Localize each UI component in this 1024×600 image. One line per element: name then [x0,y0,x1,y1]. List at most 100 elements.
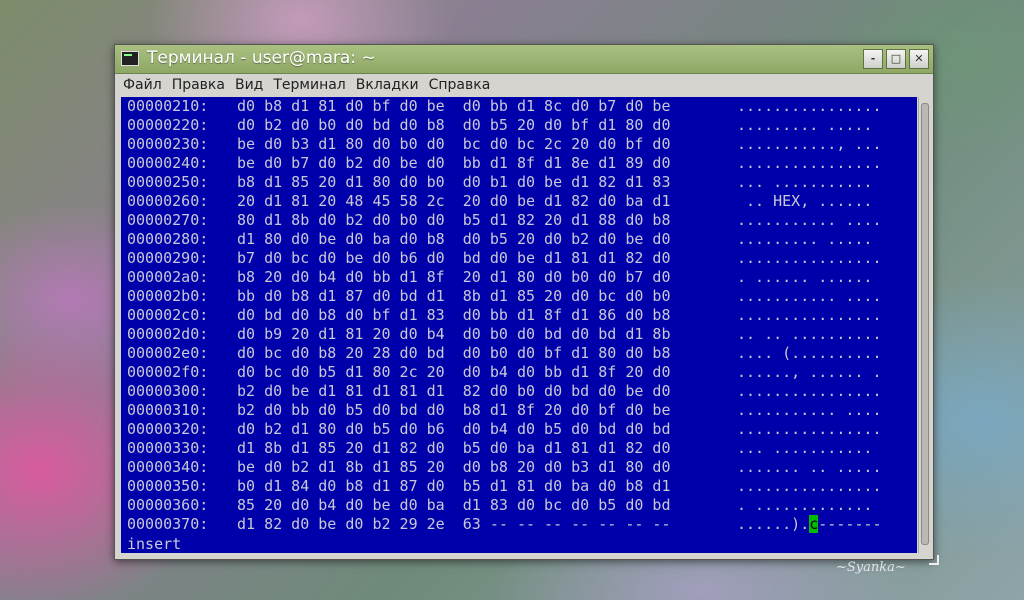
menu-tabs[interactable]: Вкладки [351,74,424,96]
hexdump-offset: 00000340: [127,458,209,476]
close-button[interactable]: ✕ [909,49,929,69]
hexdump-offset: 000002a0: [127,268,209,286]
hexdump-ascii: ................ [737,154,882,173]
hexdump-bytes: b2 d0 bb d0 b5 d0 bd d0 b8 d1 8f 20 d0 b… [237,401,671,419]
window-title: Терминал - user@mara: ~ [147,48,376,68]
hexdump-ascii-text: ........... .... [737,211,882,229]
hexdump-offset: 00000370: [127,515,209,533]
hexdump-ascii-text: ................ [737,420,882,438]
hexdump-ascii: ..........., ... [737,135,882,154]
hexdump-offset: 000002b0: [127,287,209,305]
hexdump-offset: 00000260: [127,192,209,210]
hexdump-bytes: be d0 b2 d1 8b d1 85 20 d0 b8 20 d0 b3 d… [237,458,671,476]
hexdump-ascii: ................ [737,420,882,439]
hexdump-ascii: ........... .... [737,211,882,230]
hexdump-offset: 00000240: [127,154,209,172]
hexdump-bytes: d0 bd d0 b8 d0 bf d1 83 d0 bb d1 8f d1 8… [237,306,671,324]
hexdump-bytes: bb d0 b8 d1 87 d0 bd d1 8b d1 85 20 d0 b… [237,287,671,305]
hexdump-bytes: 80 d1 8b d0 b2 d0 b0 d0 b5 d1 82 20 d1 8… [237,211,671,229]
hexdump-offset: 000002d0: [127,325,209,343]
hexdump-offset: 00000210: [127,97,209,115]
hexdump-offset: 00000250: [127,173,209,191]
hexdump-offset: 00000230: [127,135,209,153]
menu-bar: Файл Правка Вид Терминал Вкладки Справка [115,74,933,96]
terminal-icon [121,51,139,66]
menu-file[interactable]: Файл [115,74,167,96]
hexdump-ascii: ................ [737,306,882,325]
scrollbar-thumb[interactable] [921,103,929,545]
hexdump-offset: 00000350: [127,477,209,495]
hexdump-bytes: b0 d1 84 d0 b8 d1 87 d0 b5 d1 81 d0 ba d… [237,477,671,495]
hexdump-offset: 00000270: [127,211,209,229]
hexdump-ascii: ......, ...... . [737,363,882,382]
hexdump-ascii-text: ... ........... [737,439,873,457]
hexdump-bytes: 85 20 d0 b4 d0 be d0 ba d1 83 d0 bc d0 b… [237,496,671,514]
maximize-button[interactable]: □ [886,49,906,69]
hexdump-ascii-text: ................ [737,306,882,324]
hexdump-ascii: . ...... ...... [737,268,872,287]
resize-grip[interactable] [929,555,939,565]
menu-help[interactable]: Справка [424,74,496,96]
hexdump-bytes: d1 82 d0 be d0 b2 29 2e 63 -- -- -- -- -… [237,515,671,533]
hexdump-ascii-text: . ............. [737,496,873,514]
hexdump-offset: 000002c0: [127,306,209,324]
hexdump-offset: 000002f0: [127,363,209,381]
hexdump-ascii-text: ... ........... [737,173,873,191]
hexdump-offset: 00000360: [127,496,209,514]
scrollbar[interactable] [918,97,931,553]
hexdump-bytes: d1 80 d0 be d0 ba d0 b8 d0 b5 20 d0 b2 d… [237,230,671,248]
hexdump-ascii-text: ......, ...... . [737,363,882,381]
hexdump-bytes: b8 d1 85 20 d1 80 d0 b0 d0 b1 d0 be d1 8… [237,173,671,191]
hexdump-ascii-text: ......... ..... [737,116,873,134]
hexdump-bytes: d0 b2 d0 b0 d0 bd d0 b8 d0 b5 20 d0 bf d… [237,116,671,134]
hexdump-ascii-tail: ------- [818,515,882,533]
hexdump-ascii-text: ......... ..... [737,230,873,248]
hexdump-offset: 00000290: [127,249,209,267]
hexdump-offset: 00000310: [127,401,209,419]
hexdump-ascii: ................ [737,477,882,496]
hexdump-ascii-text: ......). [737,515,810,533]
wallpaper-signature: ~Syanka~ [836,560,906,575]
hexdump-ascii: ................ [737,382,882,401]
hexdump-bytes: d0 b8 d1 81 d0 bf d0 be d0 bb d1 8c d0 b… [237,97,671,115]
text-cursor: c [809,515,819,533]
menu-terminal[interactable]: Терминал [268,74,350,96]
hexdump-ascii: ................ [737,249,882,268]
hexdump-offset: 00000280: [127,230,209,248]
hexdump-ascii: .. HEX, ...... [737,192,872,211]
terminal-screen[interactable]: insert 00000210: d0 b8 d1 81 d0 bf d0 be … [121,97,917,553]
hexdump-offset: 00000300: [127,382,209,400]
minimize-button[interactable]: - [863,49,883,69]
hexdump-ascii-text: ................ [737,249,882,267]
hexdump-offset: 00000320: [127,420,209,438]
hexdump-ascii: ....... .. ..... [737,458,882,477]
editor-mode-status: insert [127,535,182,553]
hexdump-ascii: ......).c------- [737,515,882,534]
hexdump-ascii-text: ....... .. ..... [737,458,882,476]
hexdump-ascii-text: .. .. .......... [737,325,882,343]
hexdump-offset: 00000220: [127,116,209,134]
hexdump-ascii-text: .... (.......... [737,344,882,362]
hexdump-bytes: d0 b2 d1 80 d0 b5 d0 b6 d0 b4 d0 b5 d0 b… [237,420,671,438]
hexdump-bytes: b2 d0 be d1 81 d1 81 d1 82 d0 b0 d0 bd d… [237,382,671,400]
hexdump-ascii: .. .. .......... [737,325,882,344]
hexdump-ascii-text: ........... .... [737,401,882,419]
title-bar[interactable]: Терминал - user@mara: ~ - □ ✕ [115,45,933,74]
hexdump-ascii-text: ..........., ... [737,135,882,153]
menu-edit[interactable]: Правка [167,74,230,96]
hexdump-ascii-text: ................ [737,154,882,172]
hexdump-bytes: 20 d1 81 20 48 45 58 2c 20 d0 be d1 82 d… [237,192,671,210]
menu-view[interactable]: Вид [230,74,268,96]
hexdump-ascii-text: ................ [737,477,882,495]
hexdump-ascii-text: ................ [737,97,882,115]
hexdump-bytes: d1 8b d1 85 20 d1 82 d0 b5 d0 ba d1 81 d… [237,439,671,457]
hexdump-offset: 00000330: [127,439,209,457]
hexdump-ascii: . ............. [737,496,872,515]
hexdump-offset: 000002e0: [127,344,209,362]
hexdump-ascii: ......... ..... [737,230,872,249]
hexdump-bytes: d0 bc d0 b8 20 28 d0 bd d0 b0 d0 bf d1 8… [237,344,671,362]
hexdump-ascii-text: ........... .... [737,287,882,305]
hexdump-bytes: d0 bc d0 b5 d1 80 2c 20 d0 b4 d0 bb d1 8… [237,363,671,381]
hexdump-ascii: ... ........... [737,173,872,192]
hexdump-ascii-text: .. HEX, ...... [737,192,873,210]
